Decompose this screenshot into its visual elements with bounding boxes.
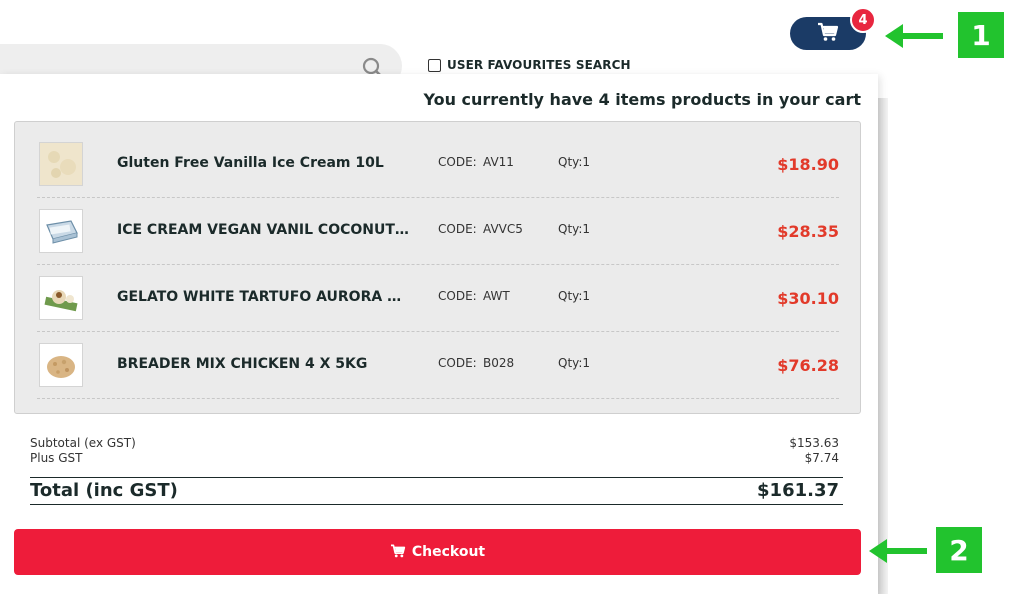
item-code-label: CODE:: [438, 222, 477, 236]
product-thumbnail[interactable]: [39, 276, 83, 320]
cart-icon: [390, 543, 406, 562]
item-qty: Qty:1: [558, 222, 591, 236]
item-code: B028: [483, 356, 515, 370]
cart-dropdown: You currently have 4 items products in y…: [0, 74, 878, 594]
item-qty: Qty:1: [558, 155, 591, 169]
annotation-arrow-icon: [869, 539, 927, 563]
checkout-label: Checkout: [411, 544, 486, 560]
panel-shadow: [878, 98, 888, 594]
cart-heading: You currently have 4 items products in y…: [423, 90, 861, 109]
item-code-label: CODE:: [438, 356, 477, 370]
favourites-checkbox[interactable]: [428, 58, 441, 72]
item-code: AV11: [483, 155, 514, 169]
product-thumbnail[interactable]: [39, 209, 83, 253]
item-code-label: CODE:: [438, 289, 477, 303]
cart-items-list: Gluten Free Vanilla Ice Cream 10L CODE: …: [14, 121, 861, 414]
total-label: Total (inc GST): [30, 480, 178, 501]
cart-item[interactable]: BREADER MIX CHICKEN 4 X 5KG CODE: B028 Q…: [37, 332, 839, 399]
item-price: $76.28: [777, 356, 839, 375]
item-price: $28.35: [777, 222, 839, 241]
product-thumbnail[interactable]: [39, 343, 83, 387]
item-name[interactable]: Gluten Free Vanilla Ice Cream 10L: [117, 155, 409, 171]
annotation-label-1: 1: [958, 12, 1004, 58]
annotation-label-2: 2: [936, 527, 982, 573]
item-name[interactable]: ICE CREAM VEGAN VANIL COCONUT ...: [117, 222, 409, 238]
cart-item[interactable]: GELATO WHITE TARTUFO AURORA 12's CODE: A…: [37, 265, 839, 332]
item-price: $18.90: [777, 155, 839, 174]
cart-count-badge: 4: [850, 7, 876, 33]
favourites-label: USER FAVOURITES SEARCH: [447, 58, 631, 72]
page: USER FAVOURITES SEARCH 4 1 You currently…: [0, 0, 1027, 594]
gst-value: $7.74: [804, 451, 839, 465]
item-price: $30.10: [777, 289, 839, 308]
checkout-button[interactable]: Checkout: [14, 529, 861, 575]
item-code-label: CODE:: [438, 155, 477, 169]
subtotal-value: $153.63: [789, 436, 839, 450]
item-qty: Qty:1: [558, 289, 591, 303]
item-name[interactable]: BREADER MIX CHICKEN 4 X 5KG: [117, 356, 409, 372]
item-code: AVVC5: [483, 222, 523, 236]
item-qty: Qty:1: [558, 356, 591, 370]
total-value: $161.37: [757, 480, 839, 501]
favourites-search-toggle[interactable]: USER FAVOURITES SEARCH: [428, 58, 631, 72]
gst-label: Plus GST: [30, 451, 83, 465]
item-name[interactable]: GELATO WHITE TARTUFO AURORA 12's: [117, 289, 409, 305]
cart-item[interactable]: ICE CREAM VEGAN VANIL COCONUT ... CODE: …: [37, 198, 839, 265]
total-divider: [30, 504, 843, 505]
subtotal-label: Subtotal (ex GST): [30, 436, 136, 450]
total-divider: [30, 477, 843, 478]
cart-icon: [817, 22, 839, 46]
annotation-arrow-icon: [885, 24, 943, 48]
cart-item[interactable]: Gluten Free Vanilla Ice Cream 10L CODE: …: [37, 131, 839, 198]
item-code: AWT: [483, 289, 510, 303]
product-thumbnail[interactable]: [39, 142, 83, 186]
